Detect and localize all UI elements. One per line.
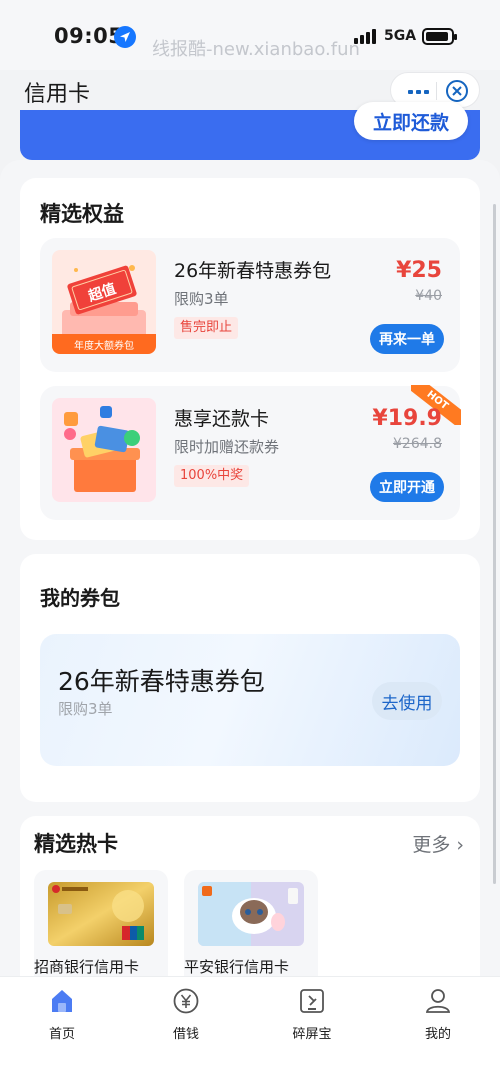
content-sheet: 精选权益 超值 年度大额券包 26年新春特惠券包 限购3单 售完即止 ¥25 ¥…: [0, 160, 500, 1016]
activate-now-button[interactable]: 立即开通: [370, 472, 444, 502]
battery-icon: [422, 28, 457, 45]
use-coupon-button[interactable]: 去使用: [372, 682, 442, 720]
chevron-right-icon: ›: [450, 834, 464, 856]
benefit-old-price: ¥40: [415, 288, 442, 304]
more-link[interactable]: 更多 ›: [412, 830, 464, 857]
tab-label: 我的: [424, 1027, 451, 1042]
benefit-name: 惠享还款卡: [174, 408, 270, 430]
signal-icon: [354, 28, 378, 44]
network-type: 5GA: [384, 28, 417, 44]
hot-cards-title: 精选热卡: [34, 832, 118, 856]
coupon-pack-thumbnail: 超值 年度大额券包: [52, 250, 156, 354]
benefit-desc: 限时加赠还款券: [174, 438, 280, 456]
repay-now-button[interactable]: 立即还款: [354, 102, 468, 140]
tab-label: 首页: [48, 1027, 75, 1042]
tab-mine[interactable]: 我的: [398, 987, 478, 1042]
pingan-card-image: [198, 882, 304, 946]
benefit-item-coupon-pack[interactable]: 超值 年度大额券包 26年新春特惠券包 限购3单 售完即止 ¥25 ¥40 再来…: [40, 238, 460, 372]
capsule-divider: [436, 82, 437, 100]
credit-card-name: 招商银行信用卡: [34, 958, 140, 976]
user-icon: [424, 987, 452, 1015]
bottom-tab-bar: 首页 借钱 碎屏宝 我的: [0, 976, 500, 1087]
tab-home[interactable]: 首页: [22, 987, 102, 1042]
benefit-item-repay-card[interactable]: HOT 惠享还款卡 限时加赠还款券 100%中奖 ¥19.9 ¥264.8 立即…: [40, 385, 461, 520]
coupon-desc: 限购3单: [58, 700, 113, 718]
status-bar: 09:05 线报酷-new.xianbao.fun 5GA: [0, 0, 500, 70]
tab-screen-protect[interactable]: 碎屏宝: [272, 987, 352, 1042]
phone-shield-icon: [298, 987, 326, 1015]
more-link-label: 更多: [412, 834, 451, 856]
coupons-title: 我的券包: [40, 586, 120, 610]
tab-loan[interactable]: 借钱: [146, 987, 226, 1042]
benefits-card: 精选权益 超值 年度大额券包 26年新春特惠券包 限购3单 售完即止 ¥25 ¥…: [20, 178, 480, 540]
page-title: 信用卡: [24, 82, 91, 107]
coupons-card: 我的券包 26年新春特惠券包 限购3单 去使用: [20, 554, 480, 802]
benefit-price: ¥19.9: [372, 406, 442, 431]
benefit-old-price: ¥264.8: [393, 436, 442, 452]
more-dots-icon[interactable]: [405, 82, 431, 100]
benefits-title: 精选权益: [40, 202, 124, 226]
buy-again-button[interactable]: 再来一单: [370, 324, 444, 354]
tab-label: 借钱: [172, 1027, 199, 1042]
benefit-tag: 100%中奖: [174, 465, 250, 487]
home-icon: [48, 987, 76, 1015]
benefit-tag: 售完即止: [174, 317, 239, 339]
benefit-name: 26年新春特惠券包: [174, 260, 332, 282]
scrollbar[interactable]: [493, 204, 496, 884]
tab-label: 碎屏宝: [292, 1027, 332, 1042]
credit-card-name: 平安银行信用卡: [184, 958, 290, 976]
yuan-icon: [172, 987, 200, 1015]
repay-card-thumbnail: [52, 398, 156, 502]
benefit-price: ¥25: [396, 258, 442, 283]
status-time: 09:05: [54, 24, 124, 48]
thumb-caption-text: 年度大额券包: [74, 341, 134, 352]
credit-card-item[interactable]: 平安银行信用卡: [184, 870, 318, 980]
watermark-text: 线报酷-new.xianbao.fun: [152, 39, 360, 60]
cmb-card-image: [48, 882, 154, 946]
benefit-desc: 限购3单: [174, 290, 229, 308]
close-target-icon[interactable]: [446, 80, 468, 102]
coupon-item[interactable]: 26年新春特惠券包 限购3单 去使用: [40, 634, 460, 766]
coupon-name: 26年新春特惠券包: [58, 667, 265, 696]
credit-card-item[interactable]: 招商银行信用卡: [34, 870, 168, 980]
location-arrow-icon: [114, 26, 136, 48]
